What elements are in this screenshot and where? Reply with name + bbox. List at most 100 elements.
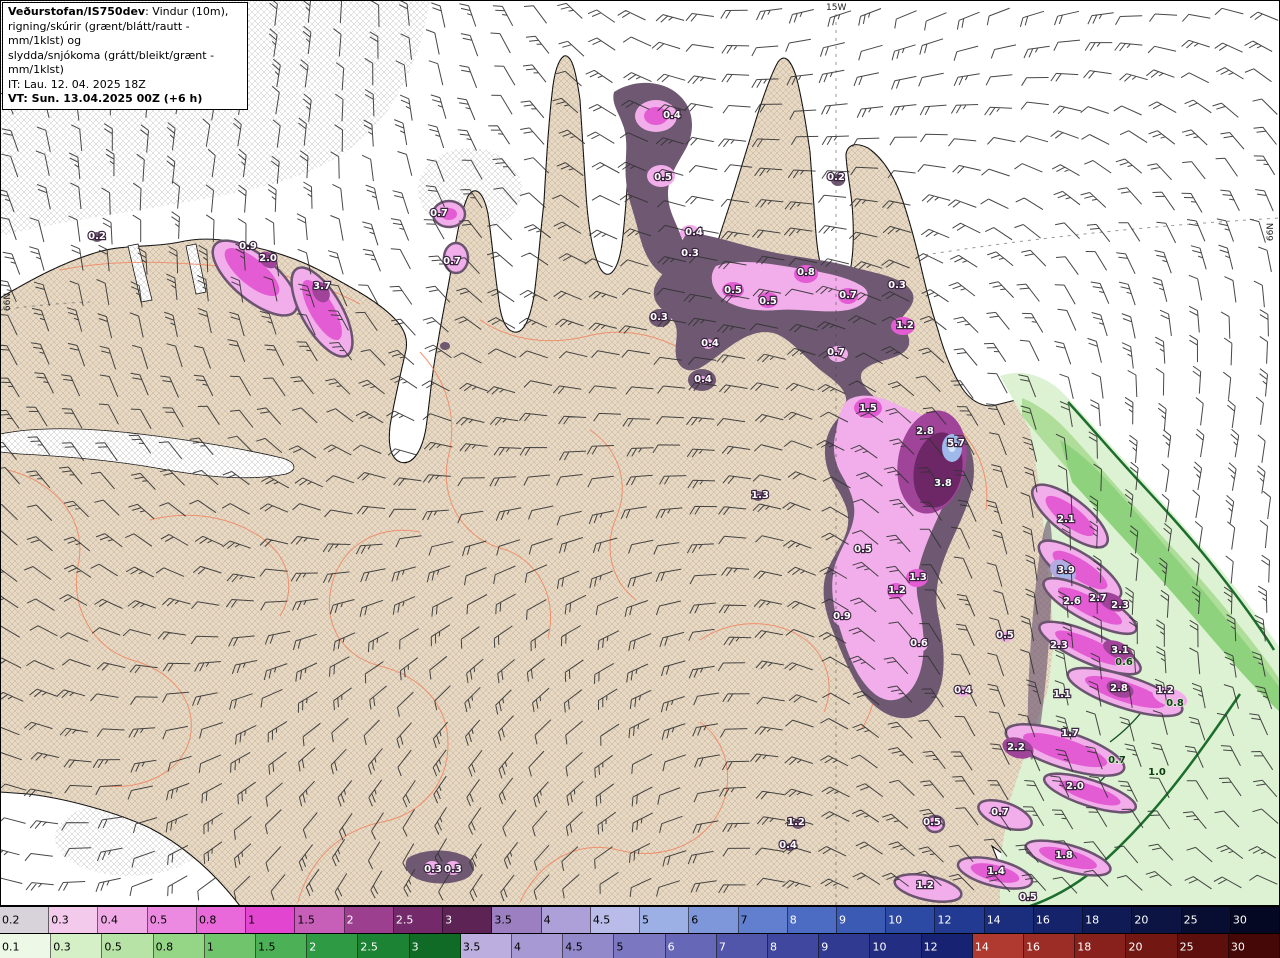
legend-cell: 2: [307, 934, 359, 958]
precip-value-label: 3.8: [934, 478, 952, 489]
precip-value-label: 1.2: [888, 585, 906, 596]
precip-value-label: 0.3: [650, 312, 668, 323]
legend-cell: 4.5: [563, 934, 615, 958]
precip-value-label: 1.7: [1061, 728, 1079, 739]
precip-value-label: 2.3: [1050, 640, 1068, 651]
title-line-2: rigning/skúrir (grænt/blátt/rautt - mm/1…: [8, 19, 190, 48]
legend-cell: 16: [1024, 934, 1076, 958]
legend-cell: 3: [409, 934, 461, 958]
title-line-1: Veðurstofan/IS750dev: Vindur (10m),: [8, 5, 229, 18]
legend-cell: 0.3: [49, 907, 99, 933]
precip-value-label: 0.5: [854, 544, 872, 555]
precip-value-label: 5.7: [947, 438, 965, 449]
legend-cell: 2: [344, 907, 394, 933]
precip-value-label: 2.2: [1007, 742, 1025, 753]
precip-value-label: 0.6: [1115, 657, 1133, 668]
legend-cell: 5: [614, 934, 666, 958]
legend-cell: 2.5: [358, 934, 410, 958]
legend-cell: 3.5: [492, 907, 542, 933]
legend-cell: 1.5: [256, 934, 308, 958]
precip-value-label: 0.5: [654, 172, 672, 183]
precip-value-label: 0.8: [1166, 698, 1184, 709]
precip-value-label: 1.1: [1053, 689, 1071, 700]
legend-cell: 0.1: [0, 934, 52, 958]
legend-cell: 8: [768, 934, 820, 958]
legend-cell: 14: [972, 934, 1025, 958]
precip-value-label: 0.8: [797, 267, 815, 278]
precip-value-label: 0.9: [833, 611, 851, 622]
legend-cell: 5: [640, 907, 690, 933]
parallel-label-left: 66N: [3, 293, 13, 311]
precip-value-label: 0.5: [996, 630, 1014, 641]
legend-cell: 4: [512, 934, 564, 958]
legend-cell: 18: [1075, 934, 1127, 958]
legend-cell: 1.5: [295, 907, 345, 933]
precip-value-label: 2.8: [916, 426, 934, 437]
legend-cell: 7: [716, 934, 769, 958]
legend-cell: 0.4: [98, 907, 148, 933]
legend-cell: 20: [1132, 907, 1182, 933]
precip-value-label: 0.6: [910, 638, 928, 649]
legend-cell: 6: [665, 934, 717, 958]
precip-value-label: 0.7: [991, 807, 1009, 818]
precip-value-label: 0.3: [681, 248, 699, 259]
precip-value-label: 0.7: [827, 347, 845, 358]
legend-cell: 10: [870, 934, 922, 958]
legend-rain-scale: 0.1 0.3 0.5 0.8 1 1.5 2 2.5 3 3.5 4 4.5 5 6 7 8 9 10 12 14 1…: [0, 933, 1280, 958]
precip-value-label: 1.8: [1055, 850, 1073, 861]
legend-cell: 8: [787, 907, 837, 933]
precip-value-label: 1.0: [1148, 767, 1166, 778]
legend-cell: 3.5: [460, 934, 513, 958]
legend-cell: 9: [819, 934, 871, 958]
precip-value-label: 1.2: [787, 817, 805, 828]
precip-value-label: 0.4: [779, 840, 797, 851]
precip-value-label: 1.3: [751, 490, 769, 501]
legend-cell: 6: [689, 907, 739, 933]
precip-value-label: 1.2: [896, 320, 914, 331]
precip-value-label: 0.3: [888, 280, 906, 291]
legend-cell: 0.5: [147, 907, 197, 933]
legend-cell: 25: [1181, 907, 1231, 933]
legend-cell: 4.5: [590, 907, 641, 933]
precip-value-label: 0.4: [694, 374, 712, 385]
precip-value-label: 2.1: [1057, 514, 1075, 525]
precip-value-label: 2.7: [1089, 593, 1107, 604]
legend-cell: 1: [246, 907, 296, 933]
valid-time: VT: Sun. 13.04.2025 00Z (+6 h): [8, 92, 203, 106]
legend-cell: 7: [738, 907, 788, 933]
parallel-label-right: 66N: [1266, 223, 1276, 241]
precip-value-label: 0.3: [444, 864, 462, 875]
precip-value-label: 3.7: [313, 281, 331, 292]
legend-cell: 0.5: [102, 934, 154, 958]
precip-value-label: 2.3: [1111, 600, 1129, 611]
title-box: Veðurstofan/IS750dev: Vindur (10m), rign…: [2, 2, 248, 110]
legend-cell: 0.3: [51, 934, 103, 958]
precip-value-label: 0.5: [759, 296, 777, 307]
legend-cell: 16: [1033, 907, 1084, 933]
precip-value-label: 0.5: [1019, 892, 1037, 903]
precip-value-label: 0.3: [424, 864, 442, 875]
legend-cell: 10: [886, 907, 936, 933]
precip-value-label: 1.3: [909, 572, 927, 583]
precip-value-label: 1.2: [916, 880, 934, 891]
precip-value-label: 0.5: [724, 285, 742, 296]
legend-cell: 20: [1126, 934, 1178, 958]
weather-map-svg: 15W 66N 66N 0.40.50.40.30.20.20.92.03.70…: [0, 0, 1280, 906]
legend-cell: 0.8: [153, 934, 205, 958]
precip-value-label: 1.4: [987, 866, 1005, 877]
legend-cell: 25: [1177, 934, 1229, 958]
legend-cell: 14: [984, 907, 1034, 933]
precip-value-label: 0.7: [443, 256, 461, 267]
legend-cell: 2.5: [393, 907, 444, 933]
legend-cell: 30: [1230, 907, 1280, 933]
precip-value-label: 0.7: [839, 290, 857, 301]
legend-cell: 0.2: [0, 907, 50, 933]
precip-value-label: 0.7: [1108, 755, 1126, 766]
precip-value-label: 0.2: [88, 231, 106, 242]
legend-cell: 12: [935, 907, 985, 933]
precip-value-label: 1.2: [1156, 685, 1174, 696]
precip-value-label: 3.9: [1057, 565, 1075, 576]
legend-cell: 18: [1083, 907, 1133, 933]
precip-value-label: 1.5: [859, 403, 877, 414]
model-name: Veðurstofan/IS750dev: [8, 5, 146, 18]
